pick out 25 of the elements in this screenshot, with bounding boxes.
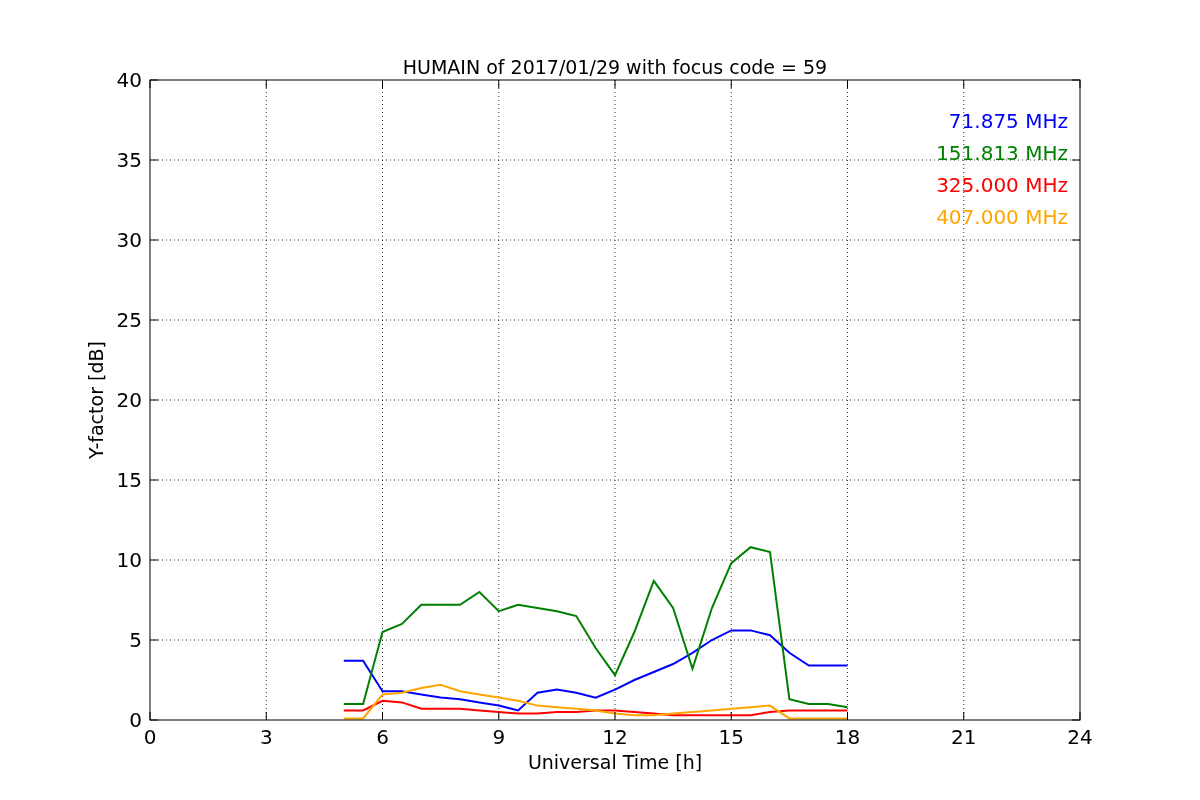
axis-tick-label: 3 [259, 725, 273, 749]
axis-tick-label: 6 [376, 725, 389, 749]
legend-label: 407.000 MHz [936, 205, 1068, 229]
axis-tick-label: 25 [116, 308, 142, 332]
legend-label: 71.875 MHz [948, 109, 1068, 133]
x-axis-label: Universal Time [h] [527, 751, 703, 773]
axis-tick-label: 15 [116, 468, 142, 492]
axis-tick-label: 15 [718, 725, 744, 749]
axis-tick-label: 5 [129, 628, 142, 652]
legend-label: 325.000 MHz [936, 173, 1068, 197]
y-axis-label: Y-factor [dB] [85, 341, 107, 459]
axis-tick-label: 21 [951, 725, 977, 749]
axis-tick-label: 40 [116, 68, 142, 92]
chart-title: HUMAIN of 2017/01/29 with focus code = 59 [402, 56, 828, 78]
axis-tick-label: 30 [116, 228, 142, 252]
legend-label: 151.813 MHz [936, 141, 1068, 165]
axis-tick-label: 18 [834, 725, 861, 749]
axis-tick-label: 0 [143, 725, 157, 749]
axis-tick-label: 10 [116, 548, 142, 572]
axis-tick-label: 35 [116, 148, 142, 172]
axis-tick-label: 9 [492, 725, 506, 749]
axis-tick-label: 20 [116, 388, 142, 412]
axis-tick-label: 24 [1067, 725, 1093, 749]
axis-tick-label: 0 [129, 708, 142, 732]
axis-tick-label: 12 [602, 725, 628, 749]
